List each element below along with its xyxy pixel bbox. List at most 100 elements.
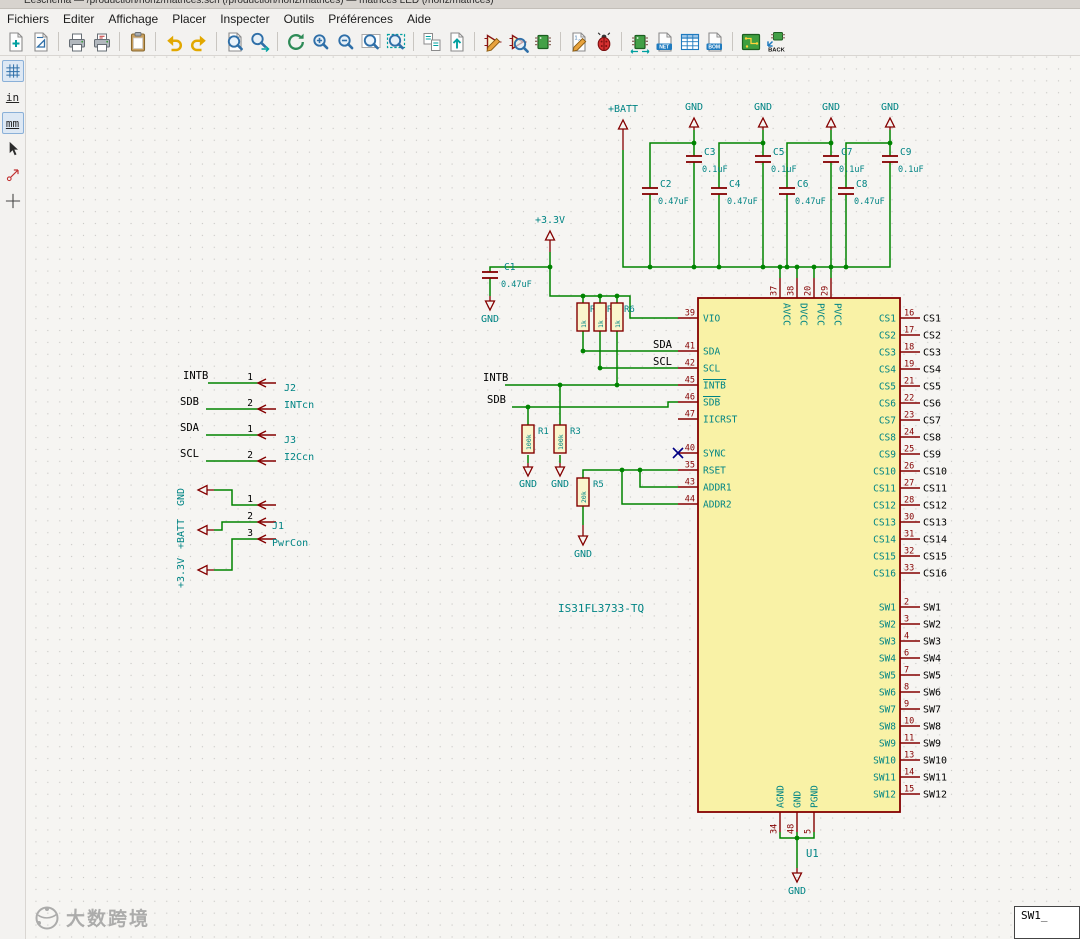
net-label: CS15 <box>923 552 947 563</box>
zoom-to-selection-icon <box>386 33 405 49</box>
pin-number: 48 <box>787 824 797 834</box>
annotate-button[interactable]: 12 <box>566 29 591 54</box>
generate-bom-icon: BOM <box>706 31 722 52</box>
redraw-view-button[interactable] <box>283 29 308 54</box>
gnd-arrow[interactable] <box>522 466 534 478</box>
component-value: 20k <box>580 491 588 503</box>
paste-button[interactable] <box>125 29 150 54</box>
wire[interactable] <box>489 266 550 272</box>
cursor-shape-icon <box>9 141 18 156</box>
find-button[interactable] <box>222 29 247 54</box>
pin-number: 40 <box>685 444 695 454</box>
junction <box>843 264 849 270</box>
pin-number: 8 <box>904 683 909 693</box>
net-label: INTB <box>483 372 508 384</box>
net-label: CS10 <box>923 467 947 478</box>
wire[interactable] <box>512 401 678 408</box>
net-label: CS8 <box>923 433 941 444</box>
pin-number: 29 <box>821 286 831 296</box>
power-arrow[interactable] <box>688 116 700 128</box>
power-arrow[interactable] <box>884 116 896 128</box>
redo-button[interactable] <box>186 29 211 54</box>
library-browser-button[interactable] <box>505 29 530 54</box>
wire[interactable] <box>649 142 694 188</box>
print-button[interactable] <box>64 29 89 54</box>
component-value: 100k <box>557 434 565 450</box>
units-mm-button[interactable]: mm <box>1 112 24 134</box>
power-arrow[interactable] <box>196 564 208 576</box>
symbol-fields-table-icon <box>680 33 699 50</box>
hidden-pins-button[interactable] <box>2 164 24 186</box>
undo-button[interactable] <box>161 29 186 54</box>
erc-button[interactable] <box>591 29 616 54</box>
power-arrow[interactable] <box>196 524 208 536</box>
power-arrow[interactable] <box>757 116 769 128</box>
wire[interactable] <box>639 470 678 488</box>
menu-placer[interactable]: Placer <box>165 10 213 28</box>
page-settings-button[interactable] <box>28 29 53 54</box>
menu-inspecter[interactable]: Inspecter <box>213 10 276 28</box>
leave-sheet-button[interactable] <box>444 29 469 54</box>
ic-value: IS31FL3733-TQ <box>558 602 644 615</box>
pin-name: CS5 <box>879 382 896 393</box>
menu-outils[interactable]: Outils <box>277 10 322 28</box>
symbol-fields-table-button[interactable] <box>677 29 702 54</box>
grid-toggle-button[interactable] <box>1 60 24 82</box>
menu-bar: Fichiers Editer Affichage Placer Inspecter Ou… <box>0 9 1080 28</box>
junction <box>619 467 625 473</box>
ic-ref: U1 <box>806 848 819 860</box>
hierarchy-navigator-button[interactable] <box>419 29 444 54</box>
run-pcbnew-button[interactable] <box>738 29 763 54</box>
wire[interactable] <box>582 469 678 478</box>
schematic-canvas[interactable]: IS31FL3733-TQ U1 39 VIO 41 SDA 42 SCL 45 INTB 46 SD… <box>26 56 1080 939</box>
menu-affichage[interactable]: Affichage <box>101 10 165 28</box>
net-label: CS4 <box>923 365 941 376</box>
menu-fichiers[interactable]: Fichiers <box>0 10 56 28</box>
power-arrow[interactable] <box>617 118 629 130</box>
power-label: GND <box>481 314 499 325</box>
pin-name: CS10 <box>873 467 896 478</box>
zoom-to-selection-button[interactable] <box>383 29 408 54</box>
ic-body[interactable] <box>697 297 901 813</box>
generate-netlist-button[interactable]: NET <box>652 29 677 54</box>
new-schematic-button[interactable] <box>3 29 28 54</box>
component-ref: C3 <box>704 147 715 158</box>
cursor-shape-button[interactable] <box>2 138 24 160</box>
menu-editer[interactable]: Editer <box>56 10 101 28</box>
gnd-arrow[interactable] <box>484 300 496 312</box>
plot-button[interactable] <box>89 29 114 54</box>
pin-number: 41 <box>685 342 695 352</box>
hidden-pins-icon <box>6 169 19 182</box>
component-value: 1k <box>614 320 622 328</box>
pin-name: SW9 <box>879 739 896 750</box>
zoom-fit-button[interactable] <box>358 29 383 54</box>
gnd-arrow[interactable] <box>791 872 803 884</box>
assign-footprints-button[interactable] <box>627 29 652 54</box>
pin-name: PVCC <box>832 303 843 326</box>
power-arrow[interactable] <box>196 484 208 496</box>
pin-number: 20 <box>804 286 814 296</box>
menu-preferences[interactable]: Préférences <box>321 10 400 28</box>
menu-aide[interactable]: Aide <box>400 10 438 28</box>
find-replace-button[interactable] <box>247 29 272 54</box>
gnd-arrow[interactable] <box>577 535 589 547</box>
crosshair-cursor-button[interactable] <box>2 190 24 212</box>
junction <box>557 382 563 388</box>
zoom-in-button[interactable] <box>308 29 333 54</box>
footprint-editor-button[interactable] <box>530 29 555 54</box>
generate-bom-button[interactable]: BOM <box>702 29 727 54</box>
symbol-editor-button[interactable] <box>480 29 505 54</box>
import-back-annotation-button[interactable]: BACK <box>763 29 788 54</box>
zoom-out-button[interactable] <box>333 29 358 54</box>
power-arrow[interactable] <box>825 116 837 128</box>
pin-number: 31 <box>904 530 914 540</box>
gnd-arrow[interactable] <box>554 466 566 478</box>
units-inches-button[interactable]: in <box>2 86 24 108</box>
pin-name: SW8 <box>879 722 896 733</box>
pin-number: 24 <box>904 428 914 438</box>
power-label: GND <box>176 488 187 506</box>
power-arrow[interactable] <box>544 229 556 241</box>
paste-icon <box>130 31 145 52</box>
wire[interactable] <box>214 538 258 571</box>
svg-text:BOM: BOM <box>708 44 720 50</box>
